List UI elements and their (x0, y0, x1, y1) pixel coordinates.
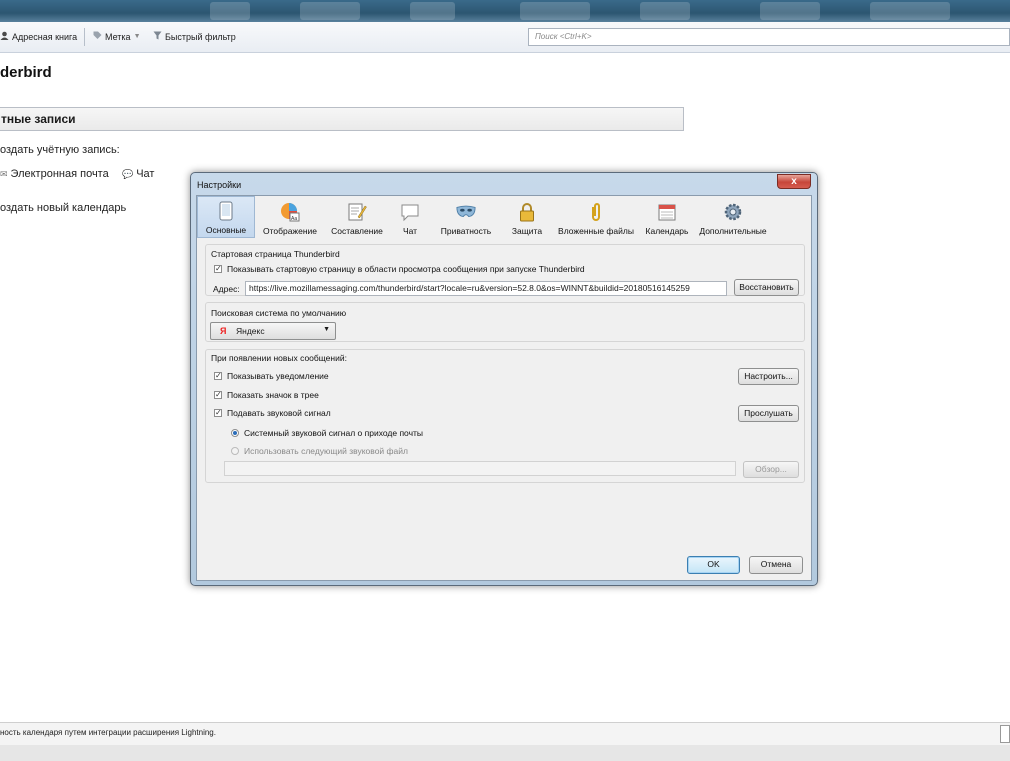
listen-sound-button[interactable]: Прослушать (738, 405, 799, 422)
close-button[interactable]: x (777, 174, 811, 189)
address-book-button[interactable]: Адресная книга (0, 31, 77, 42)
tab-label: Составление (331, 226, 383, 236)
tab-label: Приватность (440, 226, 492, 236)
email-account-label: Электронная почта (10, 168, 109, 180)
email-icon: ✉ (0, 168, 8, 179)
search-input[interactable]: Поиск <Ctrl+K> (528, 28, 1010, 46)
cancel-button[interactable]: Отмена (749, 556, 803, 574)
tab-chat[interactable]: Чат (389, 196, 431, 238)
chat-account-label: Чат (136, 168, 155, 180)
chevron-down-icon: ▼ (133, 33, 141, 40)
ok-button[interactable]: OK (687, 556, 740, 574)
status-panel (1000, 725, 1010, 743)
display-icon: Aa (280, 202, 300, 222)
show-tray-label: Показать значок в трее (227, 390, 319, 400)
custom-sound-radio[interactable] (231, 447, 239, 455)
system-sound-radio[interactable] (231, 429, 239, 437)
new-messages-group-label: При появлении новых сообщений: (211, 353, 347, 363)
taskbar-item[interactable] (640, 2, 690, 20)
tab-security[interactable]: Защита (501, 196, 553, 238)
accounts-section-label: тные записи (1, 112, 76, 126)
tab-attachments[interactable]: Вложенные файлы (553, 196, 639, 238)
show-startpage-label: Показывать стартовую страницу в области … (227, 264, 585, 274)
quick-filter-button[interactable]: Быстрый фильтр (153, 31, 236, 42)
toolbar-separator (84, 28, 85, 46)
configure-alert-button[interactable]: Настроить... (738, 368, 799, 385)
startpage-group-label: Стартовая страница Thunderbird (211, 249, 340, 259)
show-alert-label: Показывать уведомление (227, 371, 329, 381)
taskbar-item[interactable] (870, 2, 950, 20)
search-engine-value: Яндекс (236, 326, 265, 336)
svg-text:Aa: Aa (291, 216, 297, 222)
tab-general[interactable]: Основные (197, 196, 255, 238)
dialog-title: Настройки (197, 180, 242, 190)
compose-icon (347, 202, 367, 222)
taskbar-item[interactable] (520, 2, 590, 20)
taskbar-item[interactable] (410, 2, 455, 20)
restore-default-button[interactable]: Восстановить (734, 279, 799, 296)
tag-label: Метка (105, 31, 131, 42)
status-text: ность календаря путем интеграции расшире… (0, 728, 216, 737)
tab-label: Дополнительные (699, 226, 767, 236)
browse-sound-button[interactable]: Обзор... (743, 461, 799, 478)
page-title: derbird (0, 64, 52, 81)
paperclip-icon (586, 202, 606, 222)
dialog-body: Основные Aa Отображение Составление Чат (196, 195, 812, 581)
taskbar-item[interactable] (210, 2, 250, 20)
tab-compose[interactable]: Составление (325, 196, 389, 238)
tab-label: Основные (205, 225, 247, 235)
close-icon: x (791, 176, 797, 187)
search-engine-group-label: Поисковая система по умолчанию (211, 308, 347, 318)
settings-tabbar: Основные Aa Отображение Составление Чат (197, 196, 811, 238)
email-account-link[interactable]: ✉ Электронная почта (0, 168, 109, 180)
show-startpage-checkbox[interactable]: ✓ (214, 265, 222, 273)
taskbar-strip (0, 0, 1010, 22)
custom-sound-label: Использовать следующий звуковой файл (244, 446, 408, 456)
window-bottom-edge (0, 745, 1010, 761)
filter-icon (153, 31, 162, 42)
play-sound-checkbox[interactable]: ✓ (214, 409, 222, 417)
sound-file-input[interactable] (224, 461, 736, 476)
tab-advanced[interactable]: Дополнительные (695, 196, 771, 238)
tab-privacy[interactable]: Приватность (431, 196, 501, 238)
search-placeholder: Поиск <Ctrl+K> (535, 32, 592, 41)
chat-icon: 💬 (122, 168, 134, 179)
create-account-label: оздать учётную запись: (0, 144, 120, 156)
gear-icon (723, 202, 743, 222)
chat-account-link[interactable]: 💬 Чат (122, 168, 154, 180)
general-icon (216, 201, 236, 221)
privacy-mask-icon (456, 202, 476, 222)
taskbar-item[interactable] (760, 2, 820, 20)
accounts-section-header: тные записи (0, 107, 684, 131)
system-sound-label: Системный звуковой сигнал о приходе почт… (244, 428, 424, 438)
lock-icon (517, 202, 537, 222)
create-calendar-link[interactable]: оздать новый календарь (0, 202, 126, 214)
yandex-icon: Я (220, 326, 227, 336)
address-book-icon (0, 31, 9, 42)
tab-label: Чат (402, 226, 418, 236)
startpage-address-input[interactable]: https://live.mozillamessaging.com/thunde… (245, 281, 727, 296)
search-engine-select[interactable]: Я Яндекс ▼ (210, 322, 336, 340)
tab-label: Защита (511, 226, 543, 236)
address-label: Адрес: (213, 284, 240, 294)
settings-dialog: Настройки x Основные Aa Отображение Сост… (190, 172, 818, 586)
play-sound-label: Подавать звуковой сигнал (227, 408, 331, 418)
tag-icon (93, 31, 102, 42)
taskbar-item[interactable] (300, 2, 360, 20)
chat-icon (400, 202, 420, 222)
status-bar: ность календаря путем интеграции расшире… (0, 722, 1010, 746)
quick-filter-label: Быстрый фильтр (165, 31, 236, 42)
tab-calendar[interactable]: Календарь (639, 196, 695, 238)
address-book-label: Адресная книга (12, 31, 78, 42)
show-tray-checkbox[interactable]: ✓ (214, 391, 222, 399)
tag-button[interactable]: Метка ▼ (93, 31, 141, 42)
tab-display[interactable]: Aa Отображение (255, 196, 325, 238)
tab-label: Вложенные файлы (558, 226, 634, 236)
calendar-icon (657, 202, 677, 222)
tab-label: Отображение (262, 226, 318, 236)
tab-label: Календарь (645, 226, 689, 236)
chevron-down-icon: ▼ (323, 326, 330, 333)
show-alert-checkbox[interactable]: ✓ (214, 372, 222, 380)
